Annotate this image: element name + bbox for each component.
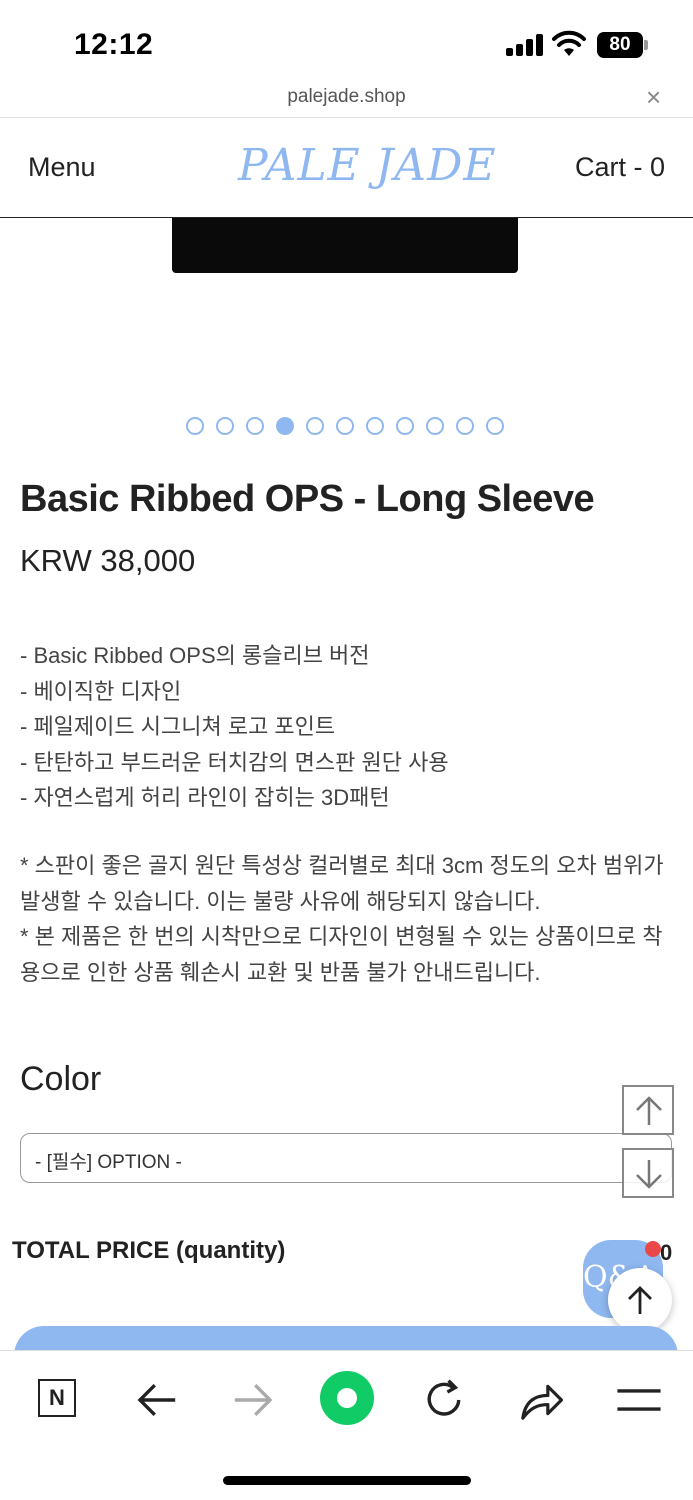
site-header: Menu PALE JADE Cart - 0: [0, 118, 693, 218]
naver-n-icon[interactable]: N: [38, 1379, 76, 1417]
cart-button[interactable]: Cart - 0: [575, 152, 665, 183]
forward-arrow-icon[interactable]: [228, 1375, 278, 1425]
scroll-to-top-button[interactable]: [608, 1268, 672, 1332]
description-line: - 페일제이드 시그니쳐 로고 포인트: [20, 714, 336, 739]
gallery-dot[interactable]: [216, 417, 234, 435]
wifi-icon: [552, 30, 586, 56]
scroll-up-button[interactable]: [622, 1085, 674, 1135]
gallery-pagination: [186, 417, 516, 437]
description-line: - 베이직한 디자인: [20, 678, 182, 704]
total-price-label: TOTAL PRICE (quantity): [12, 1237, 286, 1264]
gallery-dot[interactable]: [486, 417, 504, 435]
color-label: Color: [20, 1060, 102, 1098]
note-text: * 본 제품은 한 번의 시착만으로 디자인이 변형될 수 있는 상품이므로 착…: [20, 924, 663, 985]
description-line: - 탄탄하고 부드러운 터치감의 면스판 원단 사용: [20, 749, 449, 775]
gallery-dot[interactable]: [276, 417, 294, 435]
arrow-down-icon: [636, 1160, 662, 1189]
green-dot-icon[interactable]: [320, 1371, 374, 1425]
note-text: * 스판이 좋은 골지 원단 특성상 컬러별로 최대 3cm 정도의 오차 범위…: [20, 853, 664, 914]
description-line: - 자연스럽게 허리 라인이 잡히는 3D패턴: [20, 785, 390, 810]
product-price: KRW 38,000: [20, 543, 196, 578]
home-indicator: [223, 1476, 471, 1485]
gallery-dot[interactable]: [306, 417, 324, 435]
battery-level: 80: [597, 32, 643, 58]
menu-button[interactable]: Menu: [28, 152, 96, 183]
close-icon[interactable]: ×: [646, 82, 661, 113]
gallery-dot[interactable]: [396, 417, 414, 435]
scroll-down-button[interactable]: [622, 1148, 674, 1198]
product-notes: * 스판이 좋은 골지 원단 특성상 컬러별로 최대 3cm 정도의 오차 범위…: [20, 848, 680, 990]
notification-dot: [645, 1241, 661, 1257]
description-line: - Basic Ribbed OPS의 롱슬리브 버전: [20, 643, 370, 668]
arrow-up-icon: [636, 1096, 662, 1125]
battery-icon: 80: [597, 32, 649, 58]
site-logo[interactable]: PALE JADE: [238, 140, 496, 191]
gallery-dot[interactable]: [186, 417, 204, 435]
hamburger-menu-icon[interactable]: [614, 1375, 664, 1425]
color-option-select[interactable]: - [필수] OPTION -: [20, 1133, 672, 1183]
gallery-dot[interactable]: [246, 417, 264, 435]
product-title: Basic Ribbed OPS - Long Sleeve: [20, 478, 595, 520]
status-bar: 12:12 80: [0, 0, 693, 84]
option-select-value: - [필수] OPTION -: [35, 1152, 182, 1173]
refresh-icon[interactable]: [419, 1375, 469, 1425]
cellular-signal-icon: [506, 34, 544, 56]
url-text[interactable]: palejade.shop: [0, 86, 693, 108]
gallery-dot[interactable]: [456, 417, 474, 435]
gallery-dot[interactable]: [426, 417, 444, 435]
product-image[interactable]: [172, 218, 518, 273]
status-time: 12:12: [74, 28, 154, 61]
back-arrow-icon[interactable]: [132, 1375, 182, 1425]
url-bar[interactable]: palejade.shop ×: [0, 82, 693, 118]
product-description: - Basic Ribbed OPS의 롱슬리브 버전 - 베이직한 디자인 -…: [20, 638, 680, 816]
share-icon[interactable]: [516, 1375, 566, 1425]
arrow-up-icon: [628, 1286, 652, 1314]
gallery-dot[interactable]: [366, 417, 384, 435]
gallery-dot[interactable]: [336, 417, 354, 435]
